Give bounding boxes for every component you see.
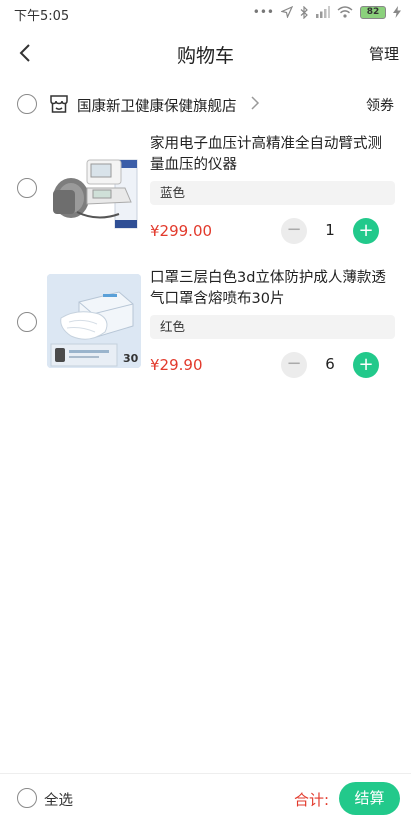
store-icon bbox=[50, 95, 68, 113]
location-arrow-icon bbox=[281, 6, 293, 18]
quantity-value[interactable]: 1 bbox=[312, 221, 348, 239]
decrease-quantity-button[interactable]: − bbox=[281, 218, 307, 244]
item-select-radio[interactable] bbox=[17, 312, 37, 332]
item-select-radio[interactable] bbox=[17, 178, 37, 198]
cart-item: 家用电子血压计高精准全自动臂式测量血压的仪器 蓝色 ¥299.00 − 1 + bbox=[0, 130, 411, 244]
select-all-radio[interactable] bbox=[17, 788, 37, 808]
signal-dots-icon: ••• bbox=[252, 5, 274, 19]
manage-button[interactable]: 管理 bbox=[369, 43, 399, 64]
nav-bar: 购物车 管理 bbox=[0, 30, 411, 76]
product-image[interactable]: 30 bbox=[47, 274, 141, 368]
cart-item: 30 口罩三层白色3d立体防护成人薄款透气口罩含熔喷布30片 红色 ¥29.90… bbox=[0, 264, 411, 378]
coupon-button[interactable]: 领券 bbox=[366, 95, 394, 115]
blood-pressure-monitor-image bbox=[47, 140, 141, 234]
product-price: ¥29.90 bbox=[150, 356, 203, 374]
select-all-label[interactable]: 全选 bbox=[44, 789, 73, 810]
shop-select-radio[interactable] bbox=[17, 94, 37, 114]
quantity-value[interactable]: 6 bbox=[312, 355, 348, 373]
checkout-button[interactable]: 结算 bbox=[339, 782, 400, 815]
product-image[interactable] bbox=[47, 140, 141, 234]
bluetooth-icon bbox=[300, 5, 308, 19]
status-icons: ••• 82 bbox=[253, 5, 401, 19]
product-variant[interactable]: 红色 bbox=[150, 315, 395, 339]
signal-bars-icon bbox=[316, 6, 330, 18]
product-title[interactable]: 家用电子血压计高精准全自动臂式测量血压的仪器 bbox=[150, 134, 395, 176]
status-bar: 下午5:05 ••• 82 bbox=[0, 0, 411, 26]
increase-quantity-button[interactable]: + bbox=[353, 352, 379, 378]
face-mask-image: 30 bbox=[47, 274, 141, 368]
wifi-icon bbox=[337, 6, 353, 18]
charging-bolt-icon bbox=[393, 6, 401, 18]
increase-quantity-button[interactable]: + bbox=[353, 218, 379, 244]
total-label: 合计: bbox=[294, 791, 330, 809]
shop-name[interactable]: 国康新卫健康保健旗舰店 bbox=[77, 95, 237, 116]
product-variant[interactable]: 蓝色 bbox=[150, 181, 395, 205]
shop-header: 国康新卫健康保健旗舰店 领券 bbox=[0, 88, 411, 120]
product-price: ¥299.00 bbox=[150, 222, 213, 240]
mask-count-badge: 30 bbox=[123, 352, 139, 365]
page-title: 购物车 bbox=[176, 45, 234, 67]
battery-icon: 82 bbox=[360, 5, 386, 19]
status-time: 下午5:05 bbox=[14, 9, 70, 24]
decrease-quantity-button[interactable]: − bbox=[281, 352, 307, 378]
checkout-bar: 全选 合计: 结算 bbox=[0, 773, 411, 821]
product-title[interactable]: 口罩三层白色3d立体防护成人薄款透气口罩含熔喷布30片 bbox=[150, 268, 395, 310]
chevron-right-icon[interactable] bbox=[249, 95, 261, 111]
